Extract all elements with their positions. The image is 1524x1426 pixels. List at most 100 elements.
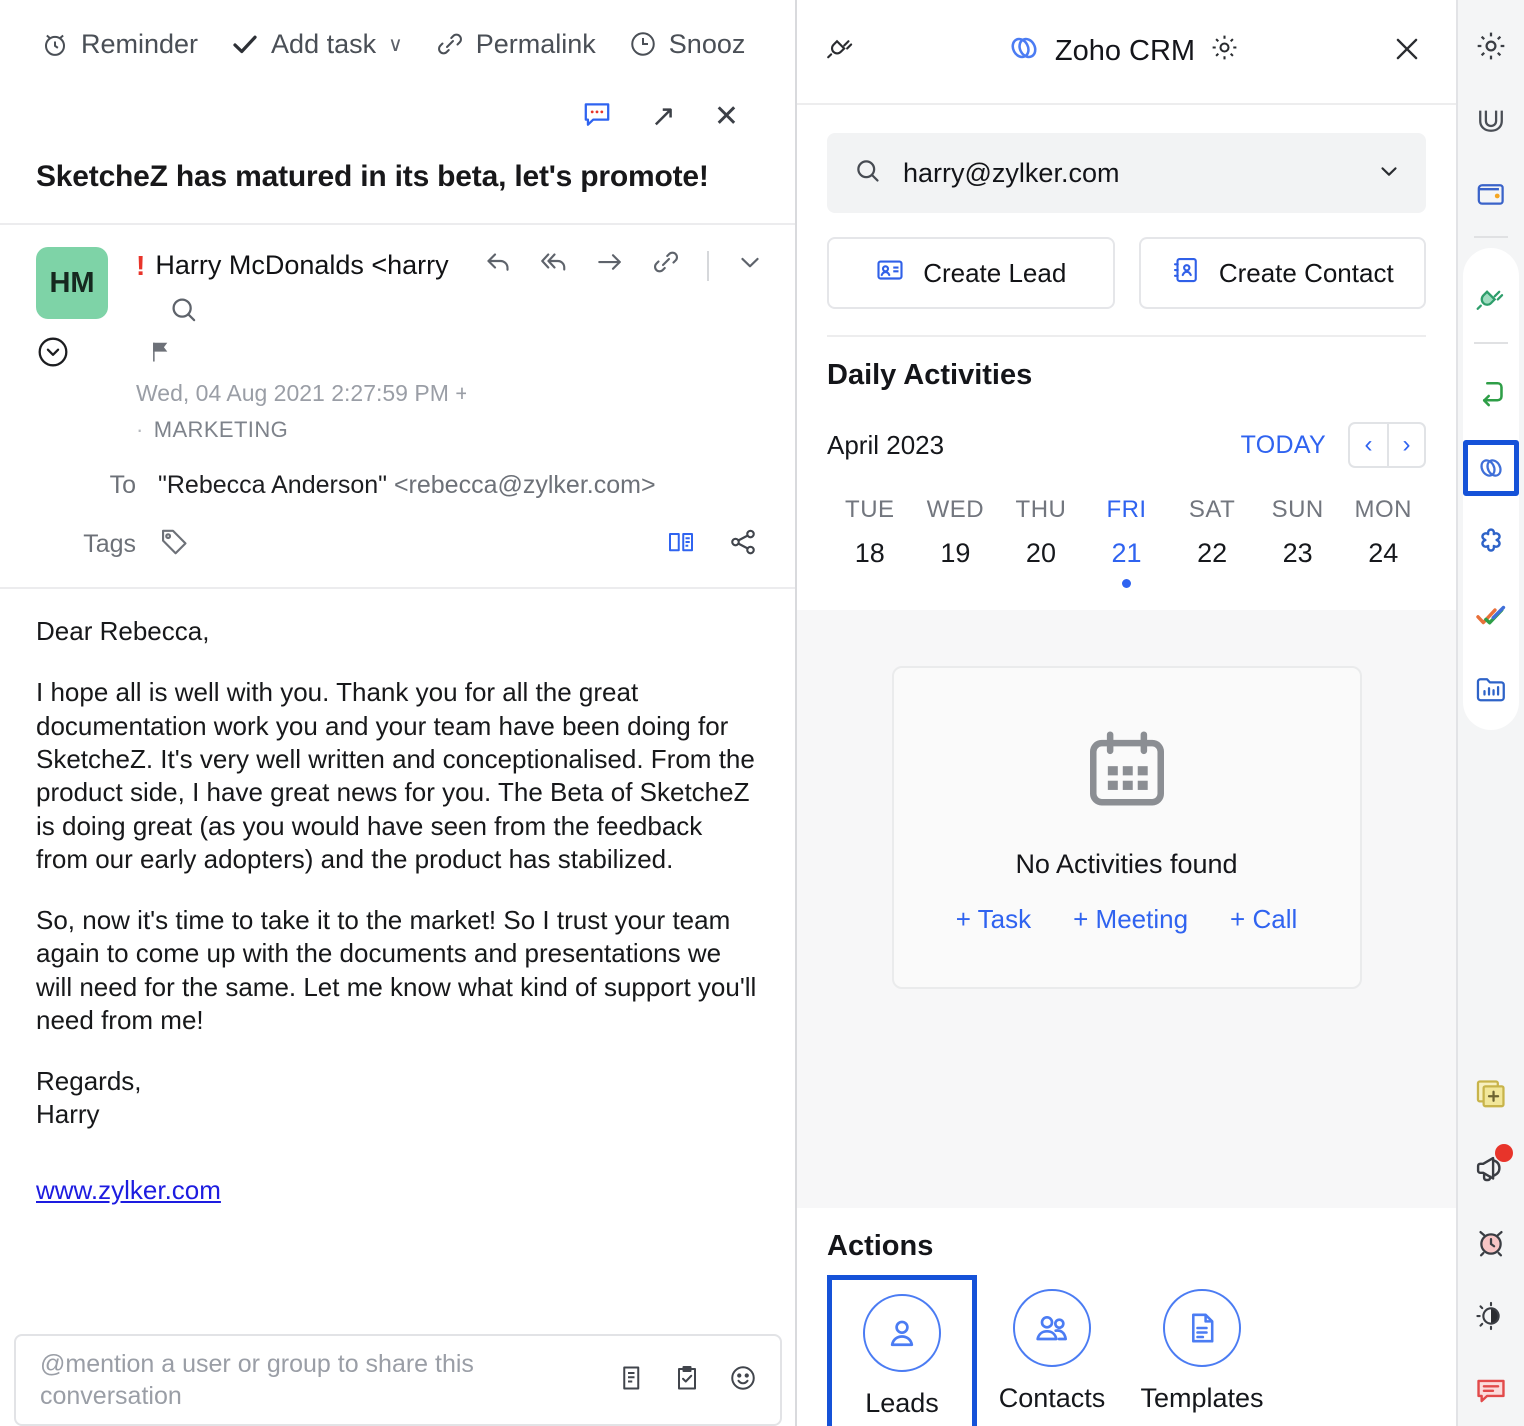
to-label: To: [109, 471, 136, 500]
calendar-prev-button[interactable]: ‹: [1350, 424, 1387, 466]
calendar-day[interactable]: TUE 18: [827, 496, 913, 588]
task-checklist-icon[interactable]: [672, 1363, 702, 1398]
calendar-day-selected[interactable]: FRI 21: [1084, 496, 1170, 588]
rail-apps-group: [1463, 248, 1519, 730]
calendar-today-button[interactable]: TODAY: [1241, 431, 1326, 460]
add-meeting-link[interactable]: + Meeting: [1073, 904, 1188, 935]
create-lead-label: Create Lead: [923, 257, 1067, 288]
action-contacts[interactable]: Contacts: [977, 1275, 1127, 1426]
create-contact-label: Create Contact: [1218, 257, 1394, 288]
alarm-reminder-icon[interactable]: [1463, 1214, 1519, 1270]
calendar-day-dow: FRI: [1106, 496, 1147, 523]
person-icon: [863, 1294, 941, 1372]
crm-search-field[interactable]: harry@zylker.com: [827, 133, 1426, 213]
calendar-month-row: April 2023 TODAY ‹ ›: [827, 422, 1426, 468]
create-contact-button[interactable]: Create Contact: [1138, 237, 1426, 309]
plug-connector-icon[interactable]: [1463, 272, 1519, 328]
activities-empty-area: No Activities found + Task + Meeting + C…: [797, 610, 1456, 1208]
calendar-day[interactable]: MON 24: [1340, 496, 1426, 588]
body-paragraph-1: I hope all is well with you. Thank you f…: [36, 677, 755, 874]
calendar-day[interactable]: THU 20: [998, 496, 1084, 588]
settings-gear-icon[interactable]: [1463, 18, 1519, 74]
read-receipt-icon[interactable]: [665, 527, 697, 562]
action-templates[interactable]: Templates: [1127, 1275, 1277, 1426]
body-paragraph-2: So, now it's time to take it to the mark…: [36, 905, 757, 1035]
crm-quick-create-row: Create Lead Create Contact: [797, 213, 1456, 309]
wallet-icon[interactable]: [1463, 166, 1519, 222]
toolbar-permalink-button[interactable]: Permalink: [435, 29, 596, 60]
reply-all-icon[interactable]: [539, 247, 569, 284]
check-icon: [230, 29, 260, 59]
theme-brightness-icon[interactable]: [1463, 1288, 1519, 1344]
flow-arrow-icon[interactable]: [1463, 366, 1519, 422]
feedback-chat-icon[interactable]: [1463, 1362, 1519, 1418]
close-icon[interactable]: ✕: [714, 99, 739, 134]
reports-folder-icon[interactable]: [1463, 662, 1519, 718]
contact-book-icon: [1171, 255, 1201, 292]
toolbar-add-task-button[interactable]: Add task: [230, 29, 376, 60]
zoho-projects-icon[interactable]: [1463, 514, 1519, 570]
signature-website-link[interactable]: www.zylker.com: [36, 1132, 759, 1207]
toolbar-reminder-button[interactable]: Reminder: [40, 29, 198, 60]
calendar-day-dow: SUN: [1271, 496, 1324, 523]
add-note-icon[interactable]: [1463, 1066, 1519, 1122]
crm-close-icon[interactable]: [1390, 32, 1424, 71]
comment-toolbar: [616, 1363, 758, 1398]
collapse-chevron-icon[interactable]: [36, 335, 70, 374]
calendar-day-dot: [1122, 579, 1132, 588]
crm-extension-panel: Zoho CRM harry@zylker.com Create Lead Cr…: [797, 0, 1458, 1426]
zoho-crm-link-icon[interactable]: [1463, 440, 1519, 496]
popout-icon[interactable]: ↗: [651, 99, 676, 134]
gear-icon[interactable]: [1209, 32, 1240, 71]
toolbar-snooze-label: Snooz: [668, 28, 746, 59]
tags-right-actions: [665, 527, 759, 562]
to-recipients[interactable]: "Rebecca Anderson" <rebecca@zylker.com>: [136, 471, 656, 500]
calendar-day[interactable]: SAT 22: [1169, 496, 1255, 588]
actions-divider: [706, 250, 709, 281]
attachment-link-icon[interactable]: [651, 247, 681, 284]
calendar-day[interactable]: SUN 23: [1255, 496, 1341, 588]
chevron-down-icon[interactable]: [1376, 158, 1402, 189]
comment-input-box[interactable]: @mention a user or group to share this c…: [14, 1334, 782, 1426]
toolbar-permalink-label: Permalink: [475, 28, 596, 59]
toolbar-add-task-caret-icon[interactable]: ∨: [388, 32, 403, 57]
plug-unplug-icon[interactable]: [825, 33, 857, 70]
comment-icon[interactable]: [581, 98, 613, 135]
body-signature: Harry: [36, 1099, 100, 1130]
note-icon[interactable]: [616, 1363, 646, 1398]
sender-block: HM ! Harry McDonalds <harry Wed, 04 Aug …: [0, 225, 795, 590]
rail-divider: [1474, 236, 1508, 238]
sender-search-icon[interactable]: [136, 284, 759, 331]
forward-icon[interactable]: [595, 247, 625, 284]
to-email: <rebecca@zylker.com>: [393, 471, 656, 500]
toolbar-snooze-button[interactable]: Snooz: [628, 28, 746, 60]
more-chevron-icon[interactable]: [735, 247, 759, 284]
announcement-megaphone-icon[interactable]: [1463, 1140, 1519, 1196]
add-task-link[interactable]: + Task: [956, 904, 1031, 935]
create-lead-button[interactable]: Create Lead: [827, 237, 1115, 309]
double-check-icon[interactable]: [1463, 588, 1519, 644]
crm-search-value: harry@zylker.com: [903, 157, 1120, 188]
calendar-day-num: 23: [1282, 538, 1313, 568]
share-icon[interactable]: [727, 527, 759, 562]
calendar-day-num: 24: [1368, 538, 1399, 568]
tag-icon[interactable]: [136, 526, 190, 563]
calendar-month-label: April 2023: [827, 429, 945, 460]
crm-title-label: Zoho CRM: [1054, 35, 1196, 67]
calendar-day-dow: TUE: [845, 496, 895, 523]
crm-title-group: Zoho CRM: [857, 31, 1390, 73]
message-date: Wed, 04 Aug 2021 2:27:59 PM +(: [136, 380, 466, 407]
action-leads[interactable]: Leads: [827, 1275, 977, 1426]
add-call-link[interactable]: + Call: [1230, 904, 1297, 935]
zoho-writer-icon[interactable]: [1463, 92, 1519, 148]
sender-row: HM ! Harry McDonalds <harry: [0, 247, 795, 331]
flag-icon[interactable]: [136, 337, 795, 372]
calendar-day[interactable]: WED 19: [913, 496, 999, 588]
calendar-next-button[interactable]: ›: [1387, 424, 1424, 466]
to-name: "Rebecca Anderson": [158, 471, 394, 500]
calendar-day-num: 20: [1025, 538, 1056, 568]
reply-icon[interactable]: [483, 247, 513, 284]
empty-state-card: No Activities found + Task + Meeting + C…: [891, 666, 1362, 989]
emoji-icon[interactable]: [728, 1363, 758, 1398]
sender-name[interactable]: Harry McDonalds <harry: [155, 250, 448, 281]
